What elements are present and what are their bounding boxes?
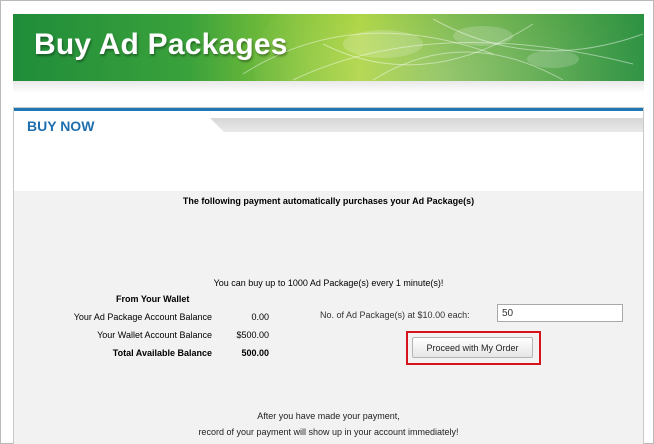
total-balance-row: Total Available Balance 500.00 bbox=[14, 348, 274, 360]
after-payment-line-2: record of your payment will show up in y… bbox=[198, 427, 459, 437]
after-payment-note: After you have made your payment, record… bbox=[14, 408, 643, 440]
section-title: BUY NOW bbox=[27, 118, 95, 134]
section-header-band bbox=[210, 118, 643, 132]
balance-label: Your Wallet Account Balance bbox=[97, 330, 212, 340]
balance-value: 500.00 bbox=[241, 348, 269, 358]
balance-value: 0.00 bbox=[251, 312, 269, 322]
proceed-order-button[interactable]: Proceed with My Order bbox=[412, 337, 533, 358]
wallet-balance-row: Your Wallet Account Balance $500.00 bbox=[14, 330, 274, 342]
page-banner: Buy Ad Packages bbox=[13, 14, 644, 81]
buy-now-section: BUY NOW The following payment automatica… bbox=[13, 107, 644, 444]
balance-value: $500.00 bbox=[236, 330, 269, 340]
world-map-arcs-graphic bbox=[242, 18, 644, 81]
banner-shadow bbox=[13, 81, 644, 93]
section-top-rule bbox=[14, 108, 643, 111]
section-content: The following payment automatically purc… bbox=[14, 192, 643, 444]
balance-label: Total Available Balance bbox=[112, 348, 212, 358]
section-header: BUY NOW bbox=[14, 108, 643, 191]
quantity-label: No. of Ad Package(s) at $10.00 each: bbox=[320, 310, 470, 320]
ad-package-balance-row: Your Ad Package Account Balance 0.00 bbox=[14, 312, 274, 324]
after-payment-line-1: After you have made your payment, bbox=[257, 411, 400, 421]
quantity-input[interactable] bbox=[497, 304, 623, 322]
purchase-limit-text: You can buy up to 1000 Ad Package(s) eve… bbox=[213, 278, 444, 288]
page-title: Buy Ad Packages bbox=[34, 28, 288, 61]
wallet-header: From Your Wallet bbox=[116, 294, 190, 304]
page-frame: Buy Ad Packages BUY NOW The following pa… bbox=[0, 0, 654, 444]
balance-label: Your Ad Package Account Balance bbox=[73, 312, 212, 322]
payment-notice: The following payment automatically purc… bbox=[182, 196, 475, 206]
